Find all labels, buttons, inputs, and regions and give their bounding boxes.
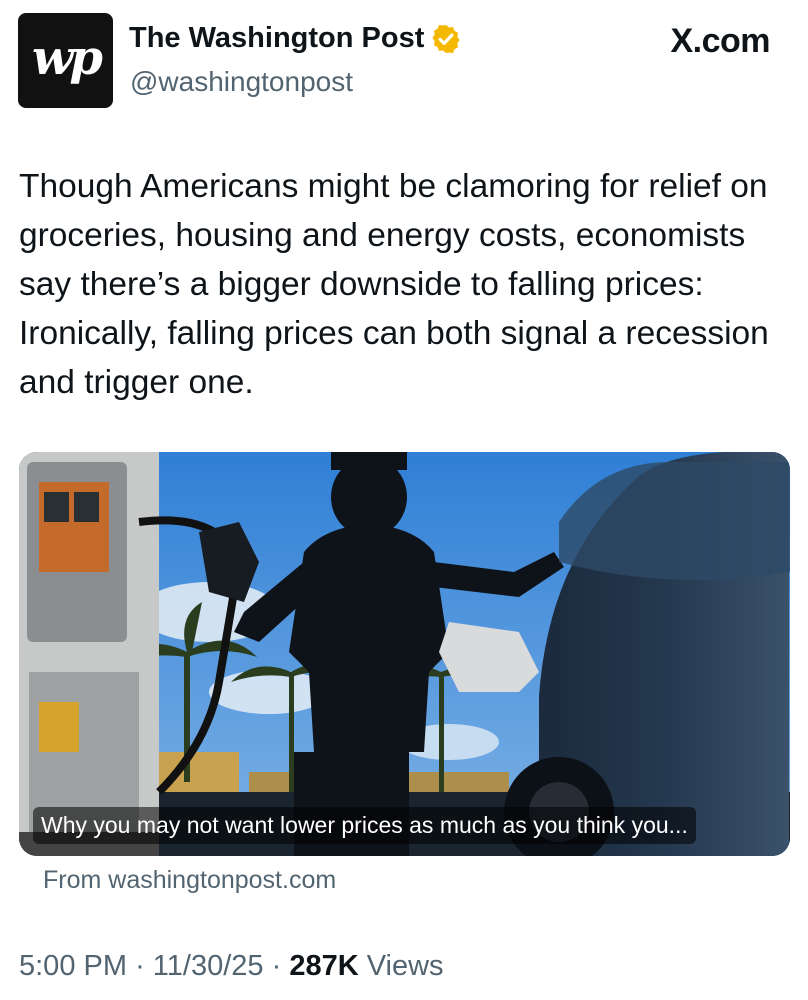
card-source-link[interactable]: From washingtonpost.com [43,866,336,895]
card-caption: Why you may not want lower prices as muc… [33,807,696,844]
meta-separator: · [271,950,282,982]
verified-badge-icon [432,24,460,53]
link-card[interactable]: Why you may not want lower prices as muc… [19,452,790,856]
tweet-time[interactable]: 5:00 PM [19,950,127,982]
avatar[interactable]: wp [18,13,113,108]
card-photo [19,452,790,856]
views-label[interactable]: Views [367,950,444,982]
views-count[interactable]: 287K [289,950,358,982]
washington-post-logo: wp [32,29,103,86]
name-row: The Washington Post [129,22,462,55]
tweet-text: Though Americans might be clamoring for … [19,168,769,401]
source-watermark: X.com [670,22,770,60]
tweet-meta: 5:00 PM · 11/30/25 · 287K Views [19,950,444,983]
display-name[interactable]: The Washington Post [129,22,424,55]
meta-separator: · [135,950,145,982]
user-handle[interactable]: @washingtonpost [130,66,353,98]
tweet-date[interactable]: 11/30/25 [153,950,264,982]
tweet-screenshot: wp The Washington Post @washingtonpost X… [0,0,808,1000]
